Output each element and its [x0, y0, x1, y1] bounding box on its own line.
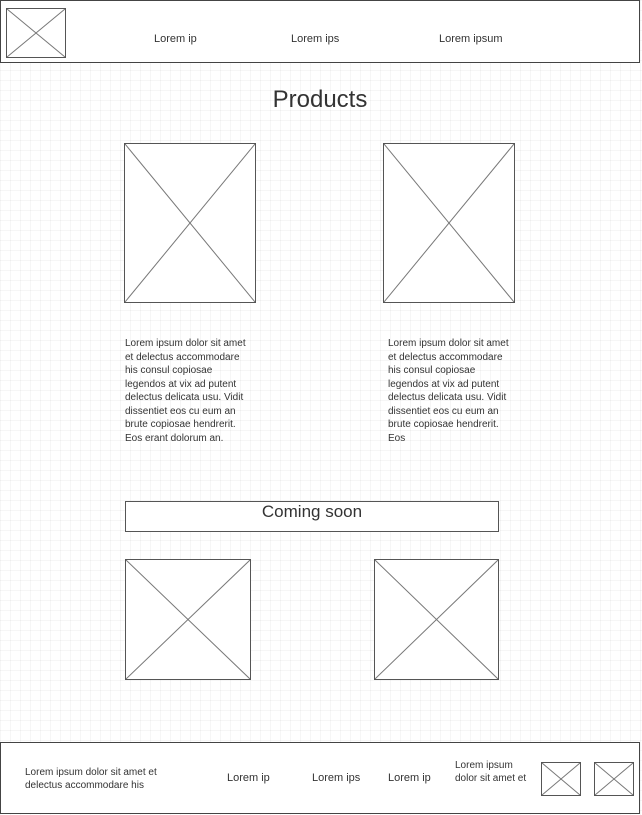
product-2-image-placeholder-icon[interactable] [383, 143, 515, 303]
upcoming-2-image-placeholder-icon[interactable] [374, 559, 499, 680]
footer-about-text: Lorem ipsum dolor sit amet et delectus a… [25, 767, 157, 791]
site-header: Lorem ip Lorem ips Lorem ipsum [0, 0, 640, 63]
footer-link-2[interactable]: Lorem ips [312, 772, 360, 784]
footer-link-3[interactable]: Lorem ip [388, 772, 431, 784]
nav-link-2[interactable]: Lorem ips [291, 33, 339, 45]
product-2-description: Lorem ipsum dolor sit amet et delectus a… [388, 338, 509, 444]
product-1-description: Lorem ipsum dolor sit amet et delectus a… [125, 338, 246, 444]
nav-link-1[interactable]: Lorem ip [154, 33, 197, 45]
nav-link-3[interactable]: Lorem ipsum [439, 33, 503, 45]
coming-soon-banner: Coming soon [125, 501, 499, 532]
product-1-image-placeholder-icon[interactable] [124, 143, 256, 303]
footer-social-1-image-placeholder-icon[interactable] [541, 762, 581, 796]
logo-placeholder-icon[interactable] [6, 8, 66, 58]
upcoming-1-image-placeholder-icon[interactable] [125, 559, 251, 680]
site-footer: Lorem ipsum dolor sit amet et delectus a… [0, 742, 640, 814]
footer-extra-text: Lorem ipsum dolor sit amet et [455, 760, 527, 784]
footer-link-1[interactable]: Lorem ip [227, 772, 270, 784]
page-title: Products [272, 86, 368, 113]
footer-social-2-image-placeholder-icon[interactable] [594, 762, 634, 796]
